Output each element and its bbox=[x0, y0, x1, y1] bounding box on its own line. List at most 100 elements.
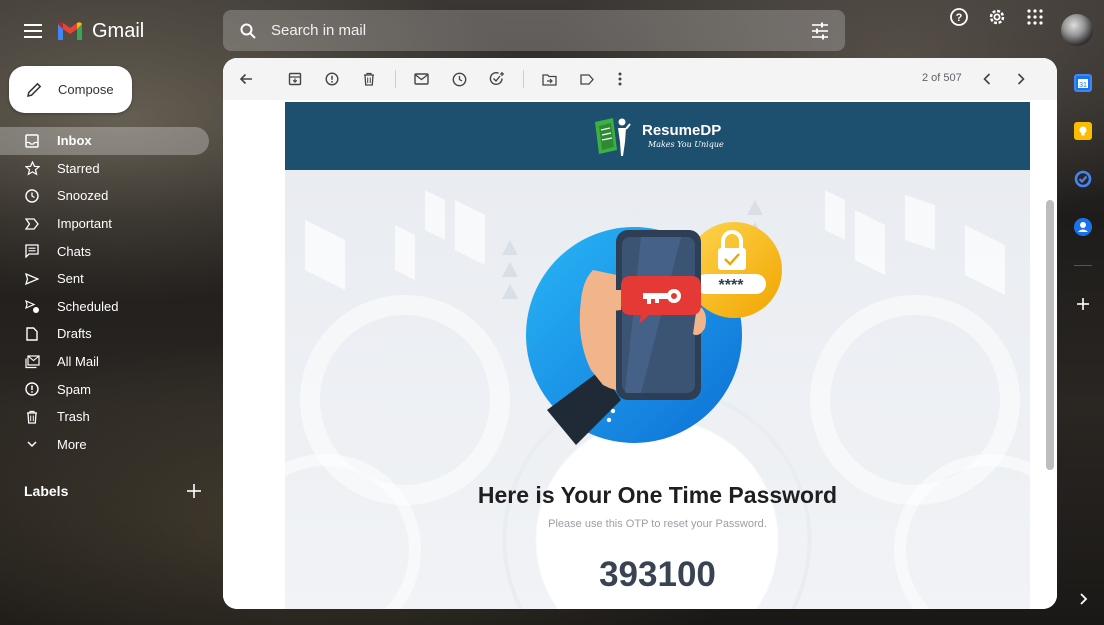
svg-text:?: ? bbox=[956, 12, 963, 24]
main-menu-button[interactable] bbox=[16, 14, 50, 48]
snooze-button[interactable] bbox=[448, 68, 470, 90]
compose-label: Compose bbox=[58, 82, 114, 97]
keep-icon[interactable] bbox=[1074, 122, 1092, 140]
sidebar-item-all-mail[interactable]: All Mail bbox=[0, 348, 209, 376]
sidebar-item-trash[interactable]: Trash bbox=[0, 403, 209, 431]
sidebar-item-label: Scheduled bbox=[57, 298, 119, 314]
compose-button[interactable]: Compose bbox=[9, 66, 132, 113]
archive-button[interactable] bbox=[284, 68, 306, 90]
contacts-icon[interactable] bbox=[1074, 218, 1092, 236]
move-to-folder-icon bbox=[541, 73, 557, 86]
sidebar-item-scheduled[interactable]: Scheduled bbox=[0, 293, 209, 321]
otp-instructions: Please use this OTP to reset your Passwo… bbox=[548, 518, 767, 530]
pencil-icon bbox=[27, 82, 42, 97]
labels-heading: Labels bbox=[24, 483, 69, 499]
add-task-icon bbox=[489, 72, 504, 85]
message-scrollbar[interactable] bbox=[1046, 200, 1054, 470]
back-button[interactable] bbox=[235, 68, 257, 90]
sidebar-item-label: Sent bbox=[57, 271, 84, 287]
more-options-button[interactable] bbox=[609, 68, 631, 90]
mark-unread-button[interactable] bbox=[410, 68, 432, 90]
show-side-panel-icon[interactable] bbox=[1074, 590, 1092, 608]
label-icon bbox=[580, 73, 594, 85]
search-icon[interactable] bbox=[237, 20, 259, 42]
search-bar[interactable] bbox=[223, 10, 845, 51]
important-icon bbox=[24, 216, 40, 232]
send-icon bbox=[24, 271, 40, 287]
apps-grid-icon bbox=[1027, 9, 1043, 25]
search-input[interactable] bbox=[271, 22, 771, 39]
draft-icon bbox=[24, 326, 40, 342]
sidebar-item-chats[interactable]: Chats bbox=[0, 237, 209, 265]
labels-button[interactable] bbox=[576, 68, 598, 90]
sidebar-item-label: Chats bbox=[57, 243, 91, 259]
trash-icon bbox=[364, 72, 374, 86]
sidebar-item-label: Trash bbox=[57, 409, 90, 425]
tasks-icon[interactable] bbox=[1074, 170, 1092, 188]
resumedp-logo-icon bbox=[595, 118, 631, 156]
help-icon: ? bbox=[950, 8, 968, 26]
sidebar-item-spam[interactable]: Spam bbox=[0, 375, 209, 403]
sidebar-nav: Inbox Starred Snoozed Important Chats Se… bbox=[0, 127, 215, 458]
svg-text:31: 31 bbox=[1079, 82, 1087, 89]
side-panel-divider bbox=[1074, 265, 1092, 266]
sidebar-item-label: All Mail bbox=[57, 354, 99, 370]
message-panel: 2 of 507 ResumeDP Makes You Unique **** … bbox=[223, 58, 1057, 609]
star-icon bbox=[24, 161, 40, 177]
message-toolbar: 2 of 507 bbox=[223, 58, 1057, 100]
sidebar-item-drafts[interactable]: Drafts bbox=[0, 320, 209, 348]
add-label-icon[interactable] bbox=[184, 481, 204, 501]
newer-message-button[interactable] bbox=[976, 68, 998, 90]
top-bar: Gmail ? bbox=[0, 0, 1104, 62]
add-addon-icon[interactable] bbox=[1074, 295, 1092, 313]
otp-code: 393100 bbox=[599, 555, 716, 594]
sidebar-item-label: Important bbox=[57, 216, 112, 232]
brand-tagline: Makes You Unique bbox=[648, 140, 724, 149]
message-body: ResumeDP Makes You Unique **** Here is Y… bbox=[223, 100, 1057, 609]
gmail-logo[interactable]: Gmail bbox=[56, 16, 144, 46]
all-mail-icon bbox=[24, 354, 40, 370]
scheduled-send-icon bbox=[24, 299, 40, 315]
otp-hero: **** Here is Your One Time Password Plea… bbox=[285, 170, 1030, 609]
sidebar-item-inbox[interactable]: Inbox bbox=[0, 127, 209, 155]
sidebar-item-sent[interactable]: Sent bbox=[0, 265, 209, 293]
gear-icon bbox=[989, 9, 1005, 25]
chevron-down-icon bbox=[24, 437, 40, 453]
brand-header: ResumeDP Makes You Unique bbox=[285, 102, 1030, 170]
sidebar-item-starred[interactable]: Starred bbox=[0, 155, 209, 183]
sidebar-item-snoozed[interactable]: Snoozed bbox=[0, 182, 209, 210]
chevron-left-icon bbox=[983, 73, 991, 85]
apps-button[interactable] bbox=[1018, 0, 1052, 34]
move-to-button[interactable] bbox=[538, 68, 560, 90]
sidebar-item-label: Snoozed bbox=[57, 188, 109, 204]
trash-icon bbox=[24, 409, 40, 425]
inbox-icon bbox=[24, 133, 40, 149]
more-vertical-icon bbox=[618, 72, 622, 86]
arrow-left-icon bbox=[239, 73, 252, 85]
envelope-icon bbox=[413, 73, 429, 85]
sidebar-item-more[interactable]: More bbox=[0, 431, 209, 459]
delete-button[interactable] bbox=[358, 68, 380, 90]
message-counter: 2 of 507 bbox=[922, 72, 962, 84]
otp-heading: Here is Your One Time Password bbox=[477, 482, 838, 508]
report-spam-button[interactable] bbox=[321, 68, 343, 90]
sidebar-item-label: More bbox=[57, 436, 87, 452]
sidebar-item-important[interactable]: Important bbox=[0, 210, 209, 238]
email-content: ResumeDP Makes You Unique **** Here is Y… bbox=[285, 102, 1030, 609]
spam-icon bbox=[24, 381, 40, 397]
chevron-right-icon bbox=[1017, 73, 1025, 85]
sidebar-item-label: Starred bbox=[57, 160, 100, 176]
add-to-tasks-button[interactable] bbox=[486, 68, 508, 90]
sidebar-item-label: Drafts bbox=[57, 326, 92, 342]
chat-icon bbox=[24, 243, 40, 259]
calendar-icon[interactable]: 31 bbox=[1074, 74, 1092, 92]
settings-button[interactable] bbox=[980, 0, 1014, 34]
gmail-m-icon bbox=[58, 22, 82, 40]
older-message-button[interactable] bbox=[1010, 68, 1032, 90]
account-avatar[interactable] bbox=[1061, 14, 1093, 46]
clock-icon bbox=[452, 72, 466, 86]
support-button[interactable]: ? bbox=[942, 0, 976, 34]
search-options-icon[interactable] bbox=[809, 20, 831, 42]
sidebar-item-label: Inbox bbox=[57, 133, 92, 149]
side-panel: 31 bbox=[1064, 62, 1104, 625]
